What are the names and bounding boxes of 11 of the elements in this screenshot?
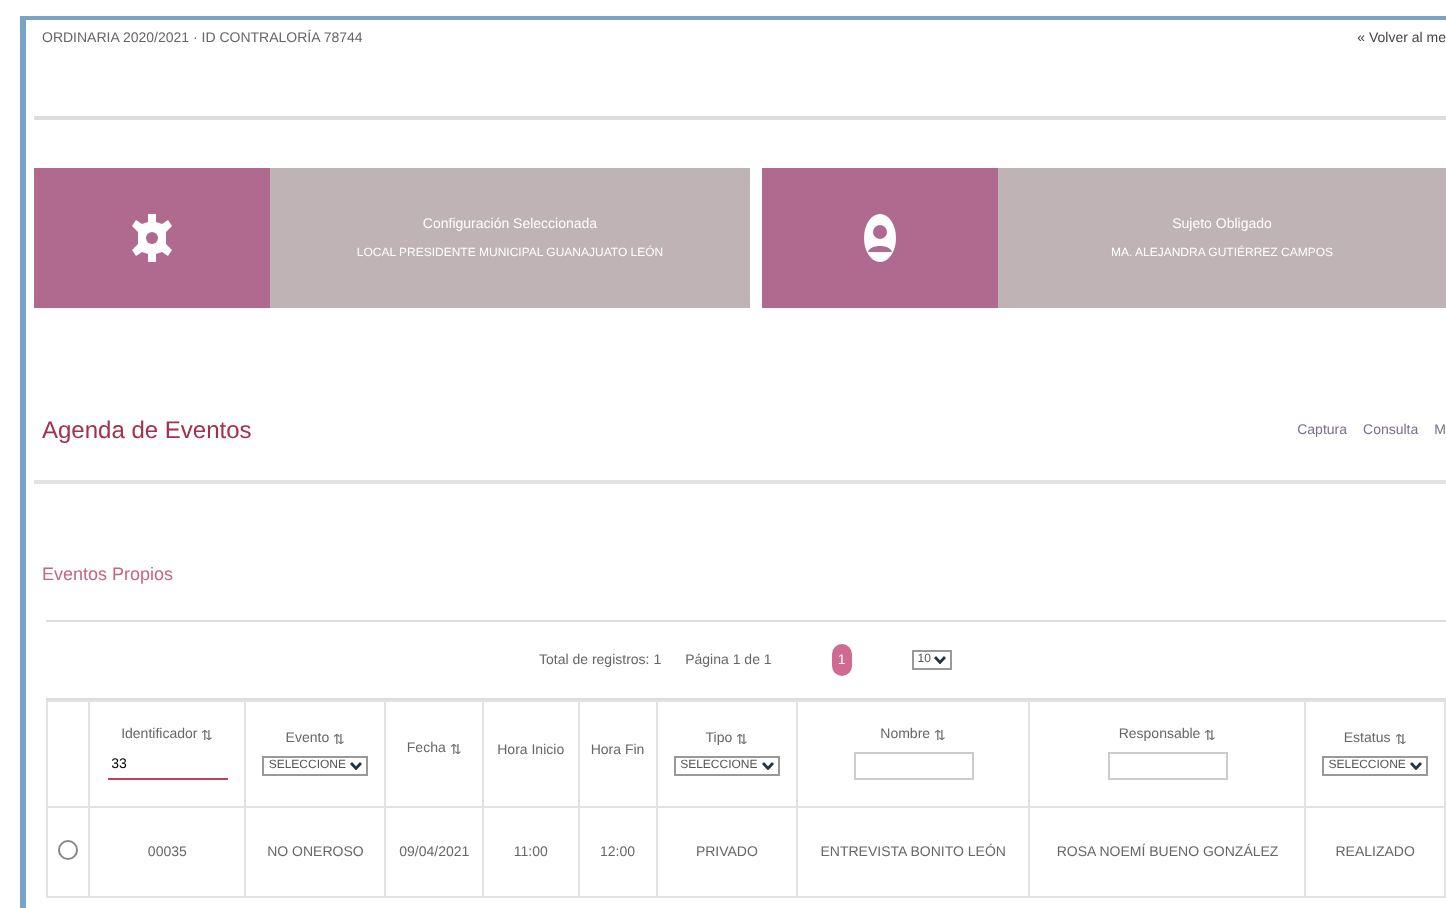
user-icon [862,212,898,264]
filter-field[interactable] [853,752,974,780]
subsection-title: Eventos Propios [42,564,176,584]
caret-icon [761,762,774,770]
caret-icon [350,762,363,770]
caret-icon [1409,762,1422,770]
gear-icon [132,212,172,264]
radio-button[interactable] [58,840,78,860]
filter-field[interactable] [1107,752,1228,780]
section-title: Agenda de Eventos [40,416,252,444]
caret-icon [934,656,947,664]
